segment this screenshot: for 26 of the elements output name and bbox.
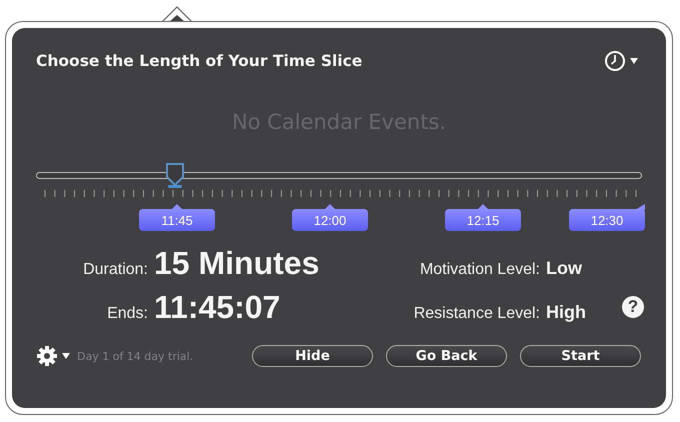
caret-icon xyxy=(62,353,70,359)
pointer-icon xyxy=(171,204,183,210)
clock-menu-button[interactable] xyxy=(604,50,638,72)
clock-icon xyxy=(604,50,626,72)
pointer-icon xyxy=(477,204,489,210)
action-button[interactable]: Go Back xyxy=(386,345,507,367)
pointer-icon xyxy=(635,204,645,210)
window-title: Choose the Length of Your Time Slice xyxy=(36,52,362,70)
slider-track[interactable] xyxy=(36,162,642,188)
settings-icon xyxy=(36,345,58,367)
help-button[interactable]: ? xyxy=(622,296,644,318)
action-button[interactable]: Hide xyxy=(252,345,373,367)
level-label: Motivation Level: xyxy=(418,261,540,279)
stat-label: Duration: xyxy=(82,261,148,279)
slider-thumb[interactable] xyxy=(165,162,186,188)
level-value: High xyxy=(546,302,587,323)
level-value: Low xyxy=(546,258,583,279)
action-button[interactable]: Start xyxy=(520,345,641,367)
pointer-icon xyxy=(324,204,336,210)
settings-menu-button[interactable] xyxy=(36,345,70,367)
stat-value: 11:45:07 xyxy=(154,288,282,327)
stat-label: Ends: xyxy=(106,305,148,323)
level-label: Resistance Level: xyxy=(414,305,540,323)
trial-notice: Day 1 of 14 day trial. xyxy=(77,350,194,362)
stat-value: 15 Minutes xyxy=(154,244,320,283)
caret-icon xyxy=(630,58,638,64)
